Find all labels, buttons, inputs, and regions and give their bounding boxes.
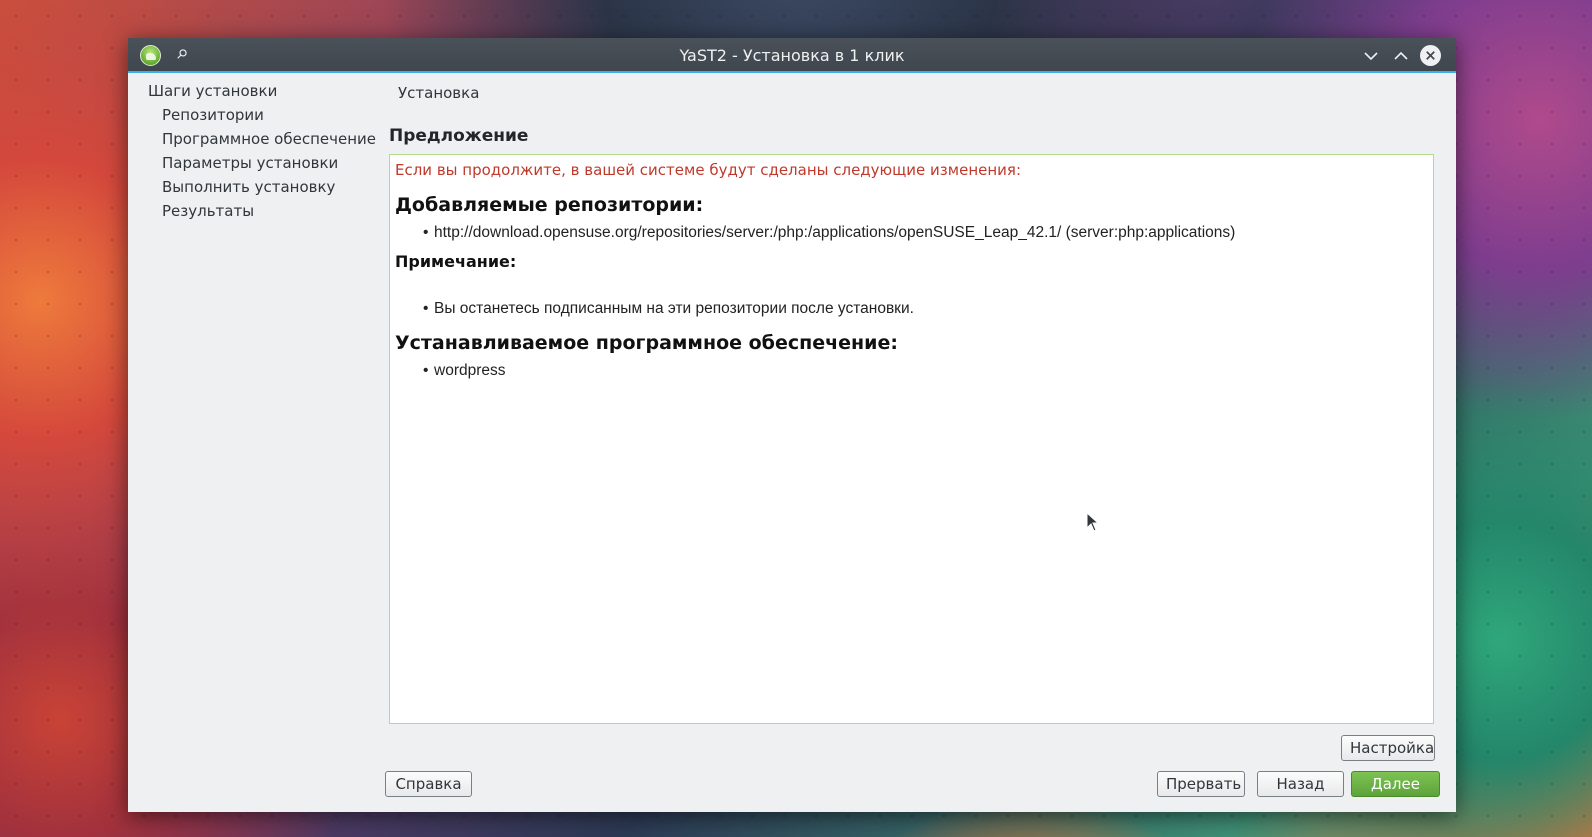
package-name: wordpress <box>434 362 506 379</box>
bullet-icon: • <box>423 224 429 241</box>
maximize-button[interactable] <box>1390 45 1412 67</box>
step-perform-install: Выполнить установку <box>162 178 336 196</box>
repo-url: http://download.opensuse.org/repositorie… <box>434 224 1236 241</box>
software-heading: Устанавливаемое программное обеспечение: <box>395 332 898 354</box>
help-button[interactable]: Справка <box>385 771 472 797</box>
breadcrumb: Установка <box>398 84 480 102</box>
window-title: YaST2 - Установка в 1 клик <box>679 46 905 65</box>
close-button[interactable] <box>1420 45 1441 66</box>
chevron-down-icon <box>1364 52 1378 61</box>
bullet-icon: • <box>423 300 429 317</box>
list-item: • http://download.opensuse.org/repositori… <box>395 222 1428 250</box>
next-button[interactable]: Далее <box>1351 771 1440 797</box>
yast-window: ⚲ YaST2 - Установка в 1 клик Шаги устано… <box>128 38 1456 812</box>
note-text: Вы останетесь подписанным на эти репозит… <box>434 300 914 317</box>
proposal-summary[interactable]: Если вы продолжите, в вашей системе буду… <box>389 154 1434 724</box>
bullet-icon: • <box>423 362 429 379</box>
intro-text: Если вы продолжите, в вашей системе буду… <box>395 161 1021 179</box>
step-results: Результаты <box>162 202 255 220</box>
mouse-pointer-icon <box>1086 511 1100 536</box>
steps-title: Шаги установки <box>148 82 278 100</box>
step-software: Программное обеспечение <box>162 130 376 148</box>
title-bar[interactable]: ⚲ YaST2 - Установка в 1 клик <box>128 38 1456 73</box>
back-button[interactable]: Назад <box>1257 771 1344 797</box>
list-item: • Вы останетесь подписанным на эти репози… <box>395 298 1428 326</box>
note-heading: Примечание: <box>395 252 517 271</box>
step-install-parameters: Параметры установки <box>162 154 339 172</box>
abort-button[interactable]: Прервать <box>1157 771 1245 797</box>
step-repositories: Репозитории <box>162 106 264 124</box>
install-steps-panel: Шаги установки Репозитории Программное о… <box>148 80 388 224</box>
page-title: Предложение <box>389 126 529 146</box>
list-item: • wordpress <box>395 360 1428 388</box>
minimize-button[interactable] <box>1360 45 1382 67</box>
close-icon <box>1426 51 1435 60</box>
chevron-up-icon <box>1394 51 1408 60</box>
setup-button[interactable]: Настройка <box>1341 735 1435 761</box>
repos-heading: Добавляемые репозитории: <box>395 194 704 216</box>
